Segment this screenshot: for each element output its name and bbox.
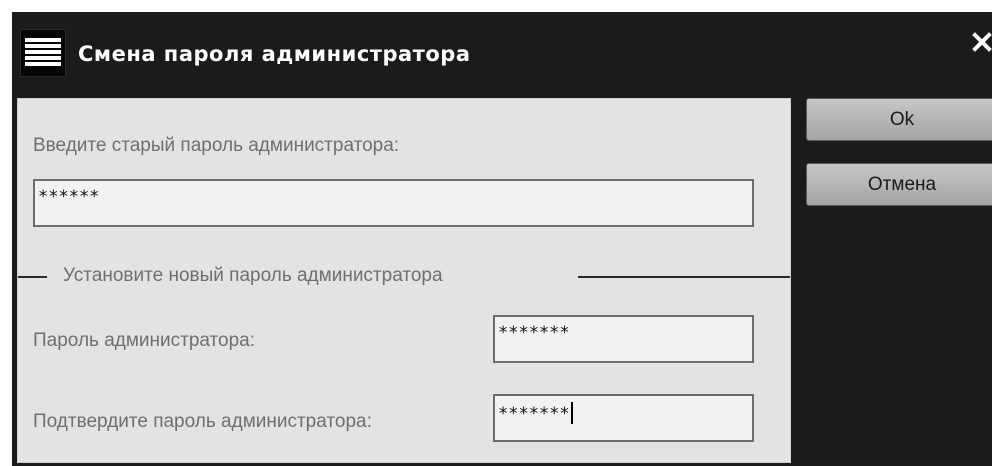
group-separator-right	[578, 276, 790, 278]
ok-button[interactable]: Ok	[806, 98, 992, 141]
group-separator-left	[18, 276, 47, 278]
new-password-label: Пароль администратора:	[33, 330, 256, 351]
new-password-field[interactable]: *******	[493, 315, 754, 363]
close-icon[interactable]	[972, 32, 992, 52]
title-bar[interactable]: Смена пароля администратора	[12, 12, 992, 96]
old-password-field[interactable]: ******	[33, 179, 754, 227]
old-password-label: Введите старый пароль администратора:	[33, 135, 400, 156]
old-password-value: ******	[38, 187, 100, 207]
cancel-button[interactable]: Отмена	[806, 163, 992, 206]
text-caret	[570, 402, 573, 424]
confirm-password-label: Подтвердите пароль администратора:	[33, 411, 372, 432]
dialog-title: Смена пароля администратора	[78, 42, 471, 66]
list-icon	[20, 29, 66, 77]
password-form-panel: Введите старый пароль администратора: **…	[17, 98, 791, 463]
new-password-value: *******	[498, 323, 570, 343]
new-password-group-legend: Установите новый пароль администратора	[63, 265, 443, 286]
change-admin-password-dialog: Смена пароля администратора Введите стар…	[12, 12, 992, 466]
confirm-password-field[interactable]: *******	[493, 394, 754, 442]
confirm-password-value: *******	[498, 404, 570, 424]
